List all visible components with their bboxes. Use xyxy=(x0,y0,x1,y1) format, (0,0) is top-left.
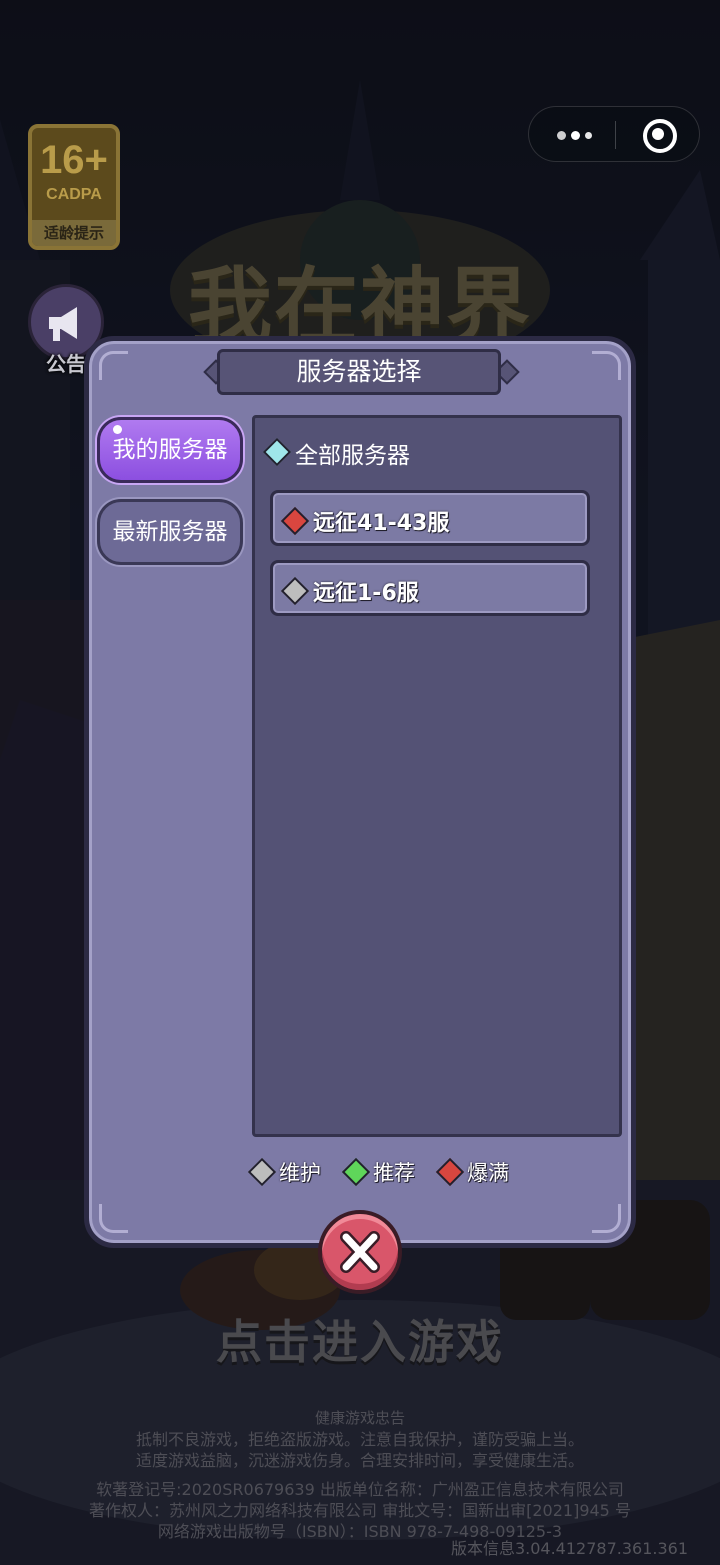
legend-label: 维护 xyxy=(279,1161,321,1185)
footer-info: 健康游戏忠告 抵制不良游戏，拒绝盗版游戏。注意自我保护，谨防受骗上当。 适度游戏… xyxy=(0,1408,720,1542)
tab-indicator-dot xyxy=(113,425,122,434)
server-name: 远征1-6服 xyxy=(313,581,419,606)
footer-line4: 著作权人：苏州风之力网络科技有限公司 审批文号：国新出审[2021]945 号 xyxy=(89,1501,631,1520)
diamond-gem-icon xyxy=(247,1157,277,1187)
dialog-title: 服务器选择 xyxy=(217,349,501,395)
tab-latest-servers-label: 最新服务器 xyxy=(112,519,228,545)
age-rating-badge: 16+ CADPA 适龄提示 xyxy=(28,124,120,250)
all-servers-label[interactable]: 全部服务器 xyxy=(295,436,410,470)
status-legend: 维护 推荐 爆满 xyxy=(89,1155,631,1187)
corner-ornament xyxy=(592,1204,621,1233)
target-close-icon[interactable] xyxy=(615,107,701,163)
enter-game-text[interactable]: 点击进入游戏 xyxy=(0,1306,720,1372)
footer-line2: 适度游戏益脑，沉迷游戏伤身。合理安排时间，享受健康生活。 xyxy=(135,1451,584,1470)
footer-title: 健康游戏忠告 xyxy=(314,1409,405,1427)
legend-label: 推荐 xyxy=(373,1161,415,1185)
server-name: 远征41-43服 xyxy=(313,511,450,536)
age-org: CADPA xyxy=(46,186,102,203)
server-item[interactable]: 远征1-6服 xyxy=(270,560,590,616)
footer-line3: 软著登记号:2020SR0679639 出版单位名称：广州盈正信息技术有限公司 xyxy=(96,1480,624,1499)
diamond-gem-icon xyxy=(280,506,310,536)
corner-ornament xyxy=(99,351,128,380)
miniprogram-capsule xyxy=(528,106,700,162)
corner-ornament xyxy=(592,351,621,380)
tab-latest-servers[interactable]: 最新服务器 xyxy=(97,499,243,565)
diamond-gem-icon xyxy=(262,437,292,467)
close-dialog-button[interactable] xyxy=(318,1210,402,1294)
server-item[interactable]: 远征41-43服 xyxy=(270,490,590,546)
age-tip-label: 适龄提示 xyxy=(32,220,116,246)
server-select-dialog: 服务器选择 我的服务器 最新服务器 全部服务器 远征41-43服 远征1-6服 … xyxy=(84,336,636,1248)
legend-label: 爆满 xyxy=(467,1161,509,1185)
diamond-gem-icon xyxy=(280,576,310,606)
x-close-icon xyxy=(340,1231,380,1273)
corner-ornament xyxy=(99,1204,128,1233)
age-rating: 16+ xyxy=(40,138,108,182)
more-dots-icon[interactable] xyxy=(529,107,615,163)
diamond-gem-icon xyxy=(435,1157,465,1187)
server-list-panel: 全部服务器 远征41-43服 远征1-6服 xyxy=(252,415,622,1137)
footer-line1: 抵制不良游戏，拒绝盗版游戏。注意自我保护，谨防受骗上当。 xyxy=(135,1430,584,1449)
tab-my-servers[interactable]: 我的服务器 xyxy=(97,417,243,483)
version-info: 版本信息3.04.412787.361.361 xyxy=(450,1539,688,1558)
tab-my-servers-label: 我的服务器 xyxy=(112,437,228,463)
diamond-gem-icon xyxy=(341,1157,371,1187)
